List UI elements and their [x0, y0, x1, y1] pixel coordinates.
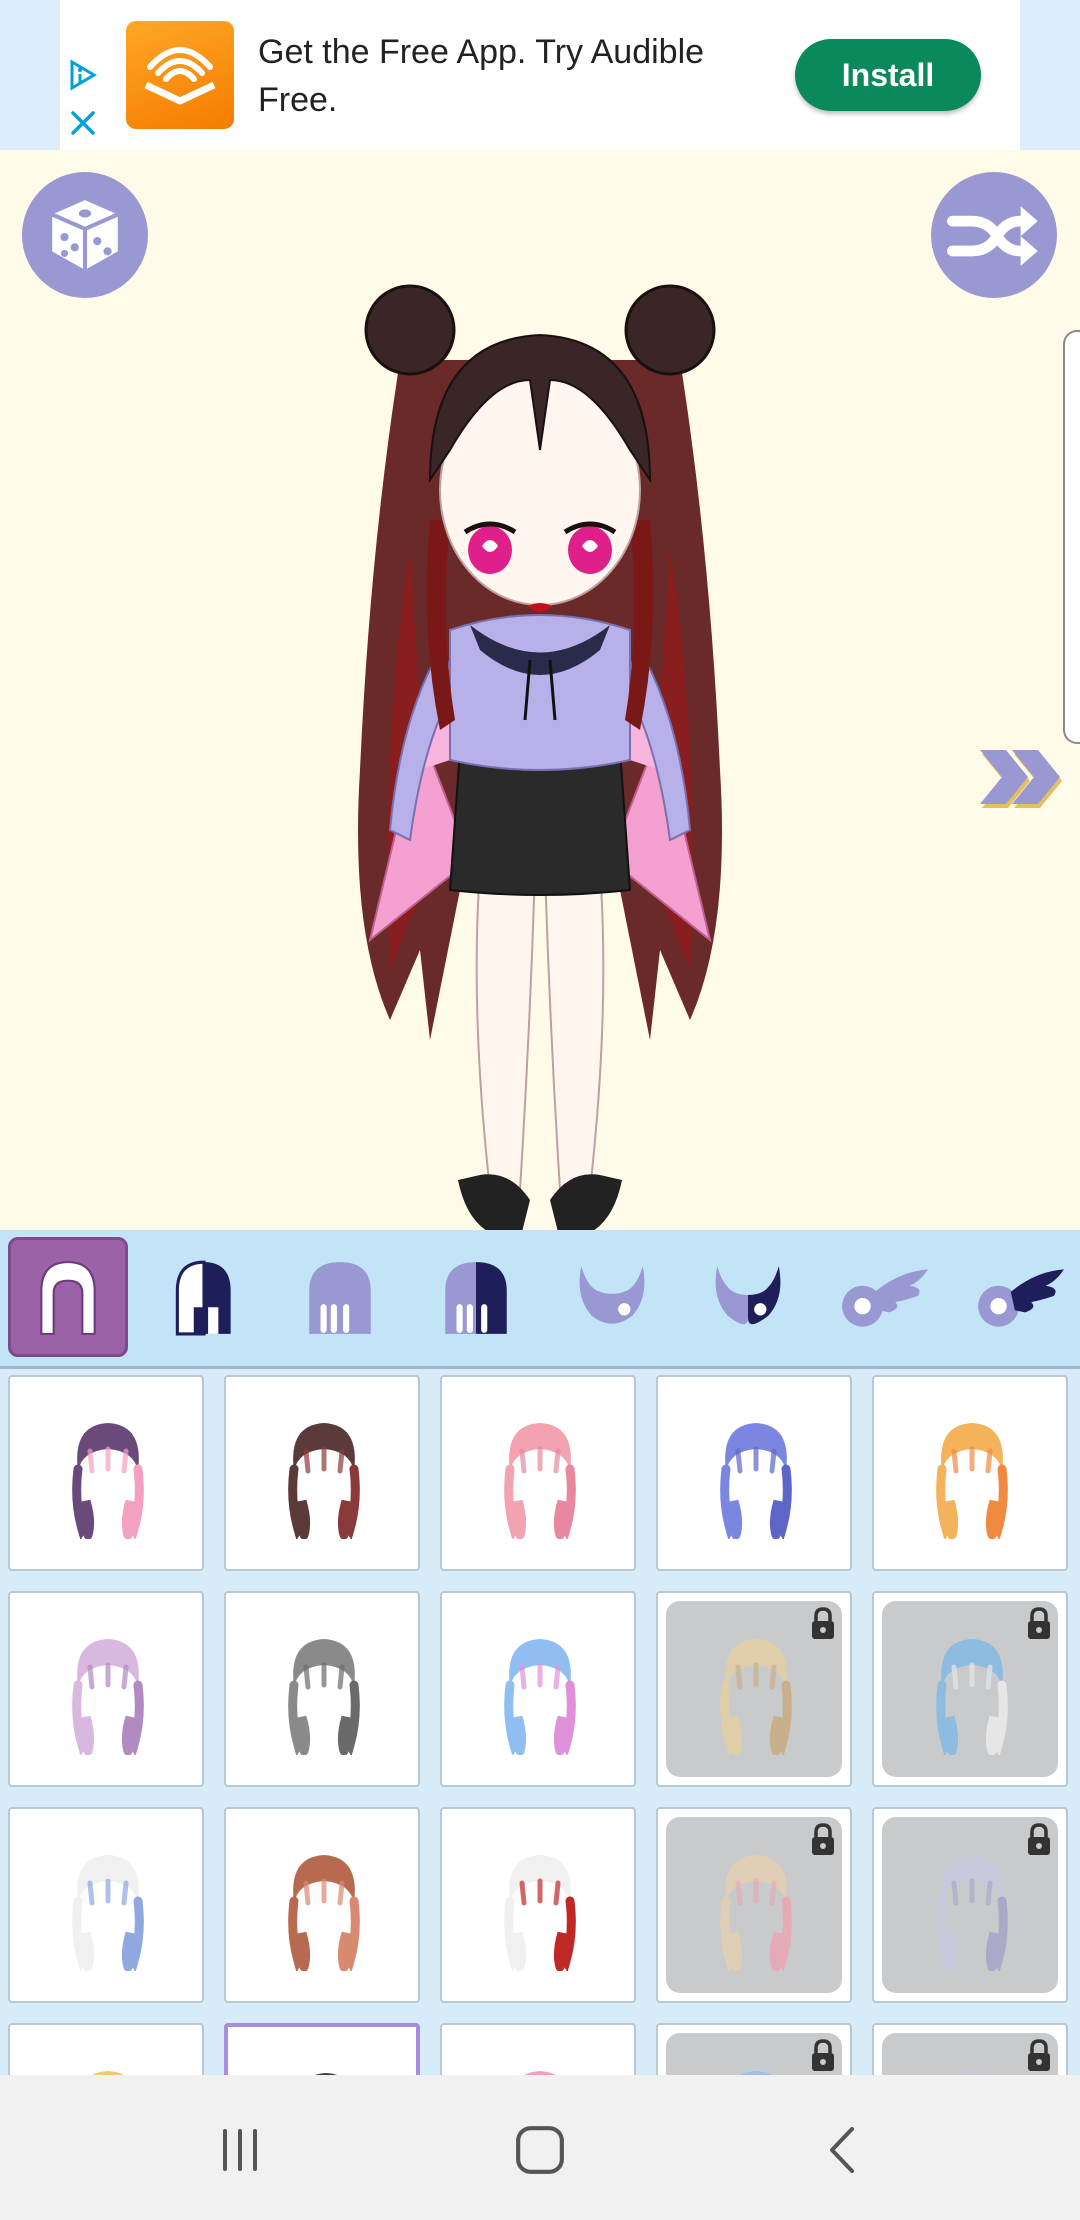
- install-button[interactable]: Install: [795, 39, 981, 111]
- doll-character: [358, 284, 722, 1230]
- tab-hair-two-tone[interactable]: [144, 1237, 264, 1357]
- hair-style-thumbnail: [288, 1639, 360, 1755]
- hair-style-thumbnail: [720, 1423, 792, 1539]
- hair-style-thumbnail: [92, 2071, 124, 2075]
- hair-item[interactable]: [8, 1807, 204, 2003]
- hair-item[interactable]: [440, 1375, 636, 1571]
- hair-style-thumbnail: [504, 1855, 576, 1971]
- system-nav-bar: [0, 2075, 1080, 2220]
- hair-item[interactable]: [440, 1591, 636, 1787]
- home-icon: [516, 2126, 564, 2174]
- hair-item[interactable]: [656, 1591, 852, 1787]
- hair-style-thumbnail: [936, 1423, 1008, 1539]
- category-bar: [0, 1230, 1080, 1369]
- hair-item[interactable]: [872, 1375, 1068, 1571]
- close-ad-icon[interactable]: [68, 108, 98, 138]
- hair-item[interactable]: [224, 1591, 420, 1787]
- hair-item[interactable]: [872, 2023, 1068, 2075]
- home-button[interactable]: [505, 2115, 575, 2185]
- hair-style-thumbnail: [524, 2071, 556, 2075]
- tab-bangs-two-tone[interactable]: [416, 1237, 536, 1357]
- tab-hair-full[interactable]: [8, 1237, 128, 1357]
- hair-item[interactable]: [8, 2023, 204, 2075]
- hair-style-thumbnail: [936, 1639, 1008, 1755]
- hair-item[interactable]: [8, 1375, 204, 1571]
- hair-item[interactable]: [8, 1591, 204, 1787]
- item-grid: [0, 1369, 1080, 2075]
- horns-two-tone-icon: [715, 1266, 781, 1325]
- back-button[interactable]: [808, 2115, 878, 2185]
- lock-icon: [812, 1607, 834, 1639]
- hair-style-thumbnail: [288, 1423, 360, 1539]
- hair-full-icon: [40, 1261, 96, 1335]
- tab-horns[interactable]: [552, 1237, 672, 1357]
- horns-icon: [579, 1266, 645, 1324]
- lock-icon: [1028, 2039, 1050, 2071]
- wing-icon: [842, 1269, 928, 1327]
- recents-icon: [223, 2129, 257, 2171]
- wing-two-tone-icon: [978, 1269, 1064, 1327]
- recents-button[interactable]: [205, 2115, 275, 2185]
- audible-app-logo: [126, 21, 234, 129]
- randomize-button[interactable]: [22, 172, 148, 298]
- hair-style-thumbnail: [504, 1423, 576, 1539]
- hair-item[interactable]: [656, 1807, 852, 2003]
- ad-banner[interactable]: Get the Free App. Try Audible Free. Inst…: [60, 0, 1020, 150]
- hair-style-thumbnail: [72, 1639, 144, 1755]
- shuffle-button[interactable]: [931, 172, 1057, 298]
- tab-wings-two-tone[interactable]: [960, 1237, 1080, 1357]
- tab-bangs[interactable]: [280, 1237, 400, 1357]
- hair-style-thumbnail: [504, 1639, 576, 1755]
- character-stage: [0, 150, 1080, 1230]
- double-chevron-right-icon[interactable]: [978, 750, 1066, 812]
- shuffle-icon: [947, 206, 1038, 266]
- hair-item[interactable]: [224, 1375, 420, 1571]
- dice-icon: [51, 200, 119, 270]
- hair-style-thumbnail: [720, 1855, 792, 1971]
- hair-item[interactable]: [224, 2023, 420, 2075]
- ad-banner-area: Get the Free App. Try Audible Free. Inst…: [0, 0, 1080, 150]
- hair-item[interactable]: [656, 1375, 852, 1571]
- hair-style-thumbnail: [956, 2071, 988, 2075]
- lock-icon: [1028, 1607, 1050, 1639]
- hair-item[interactable]: [224, 1807, 420, 2003]
- hair-item[interactable]: [872, 1807, 1068, 2003]
- hair-item[interactable]: [872, 1591, 1068, 1787]
- hair-style-thumbnail: [315, 2073, 337, 2075]
- hair-style-thumbnail: [740, 2071, 772, 2075]
- hair-item[interactable]: [440, 2023, 636, 2075]
- hair-item[interactable]: [440, 1807, 636, 2003]
- adchoices-icon[interactable]: [66, 58, 100, 92]
- side-panel-tab[interactable]: [1063, 330, 1080, 744]
- tab-wings[interactable]: [824, 1237, 944, 1357]
- hair-style-thumbnail: [720, 1639, 792, 1755]
- hair-item[interactable]: [656, 2023, 852, 2075]
- hair-style-thumbnail: [72, 1423, 144, 1539]
- bangs-icon: [309, 1262, 371, 1334]
- lock-icon: [1028, 1823, 1050, 1855]
- hair-style-thumbnail: [936, 1855, 1008, 1971]
- lock-icon: [812, 2039, 834, 2071]
- tab-horns-two-tone[interactable]: [688, 1237, 808, 1357]
- hair-style-thumbnail: [288, 1855, 360, 1971]
- bangs-two-tone-icon: [445, 1262, 507, 1334]
- ad-text: Get the Free App. Try Audible Free.: [258, 33, 705, 119]
- hair-style-thumbnail: [72, 1855, 144, 1971]
- lock-icon: [812, 1823, 834, 1855]
- hair-two-tone-icon: [175, 1260, 231, 1336]
- back-icon: [830, 2127, 854, 2173]
